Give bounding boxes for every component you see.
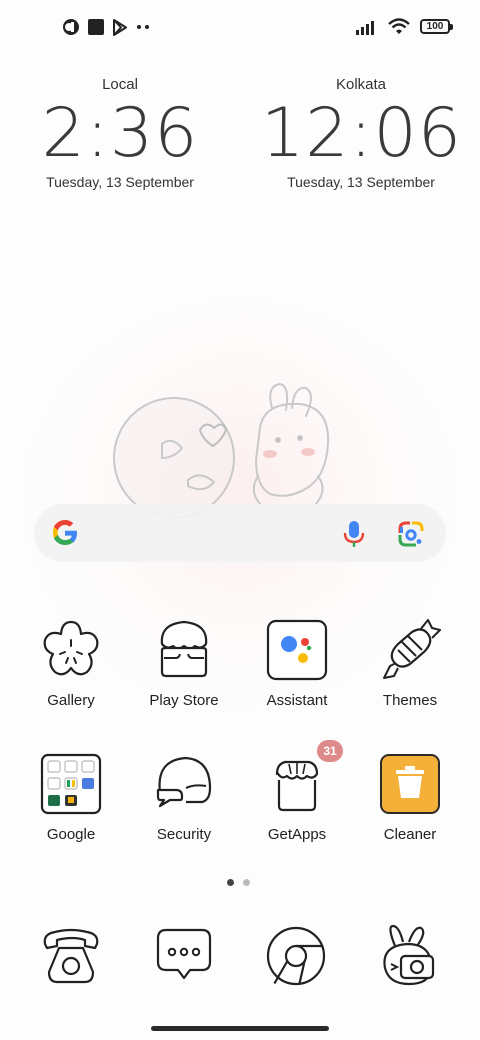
app-label: Cleaner [383, 826, 437, 843]
app-google-folder[interactable]: Google [15, 752, 127, 844]
signal-icon [356, 20, 374, 35]
app-label: Play Store [149, 692, 219, 709]
app-themes[interactable]: Themes [354, 618, 466, 710]
chrome-icon[interactable] [264, 924, 328, 988]
page-indicator [227, 879, 250, 886]
clock-date: Tuesday, 13 September [46, 174, 194, 190]
google-search-bar[interactable] [34, 504, 446, 562]
app-notification-icon [63, 19, 79, 35]
page-dot [243, 879, 250, 886]
square-notification-icon [88, 19, 104, 35]
app-play-store[interactable]: Play Store [128, 618, 240, 710]
google-g-icon [53, 520, 77, 545]
google-assistant-icon [266, 619, 328, 681]
app-label: GetApps [267, 826, 327, 843]
shop-getapps-icon [275, 760, 319, 812]
notification-badge: 31 [317, 740, 343, 762]
page-dot-active [227, 879, 234, 886]
battery-icon: 100 [420, 19, 453, 34]
google-lens-icon[interactable] [398, 521, 424, 547]
clock-date: Tuesday, 13 September [287, 174, 435, 190]
app-cleaner[interactable]: Cleaner [354, 752, 466, 844]
app-label: Security [156, 826, 212, 843]
app-label: Assistant [266, 692, 328, 709]
app-getapps[interactable]: 31 GetApps [241, 740, 353, 844]
flower-gallery-icon [43, 620, 99, 676]
clock-city: Kolkata [335, 76, 387, 93]
play-store-notification-icon [113, 18, 127, 36]
home-indicator[interactable] [151, 1026, 329, 1031]
app-label: Google [46, 826, 96, 843]
kolkata-clock-widget[interactable]: Kolkata 12:06 Tuesday, 13 September [261, 76, 461, 190]
candy-themes-icon [383, 619, 441, 679]
phone-icon[interactable] [39, 924, 103, 988]
local-clock-widget[interactable]: Local 2:36 Tuesday, 13 September [20, 76, 220, 190]
clock-time: 2:36 [41, 94, 199, 173]
app-gallery[interactable]: Gallery [15, 618, 127, 710]
status-bar: 100 [0, 0, 480, 56]
app-label: Gallery [47, 692, 95, 709]
shop-play-store-icon [160, 620, 208, 678]
clock-city: Local [102, 76, 138, 93]
more-notifications-icon [137, 25, 149, 29]
app-label: Themes [382, 692, 438, 709]
app-assistant[interactable]: Assistant [241, 618, 353, 710]
trash-cleaner-icon [380, 754, 440, 814]
camera-icon[interactable] [377, 924, 441, 988]
app-security[interactable]: Security [128, 752, 240, 844]
messages-icon[interactable] [152, 924, 216, 988]
microphone-icon[interactable] [342, 519, 366, 549]
wifi-icon [388, 18, 410, 34]
helmet-security-icon [156, 756, 212, 808]
google-folder-icon [40, 753, 102, 815]
clock-time: 12:06 [261, 94, 462, 173]
